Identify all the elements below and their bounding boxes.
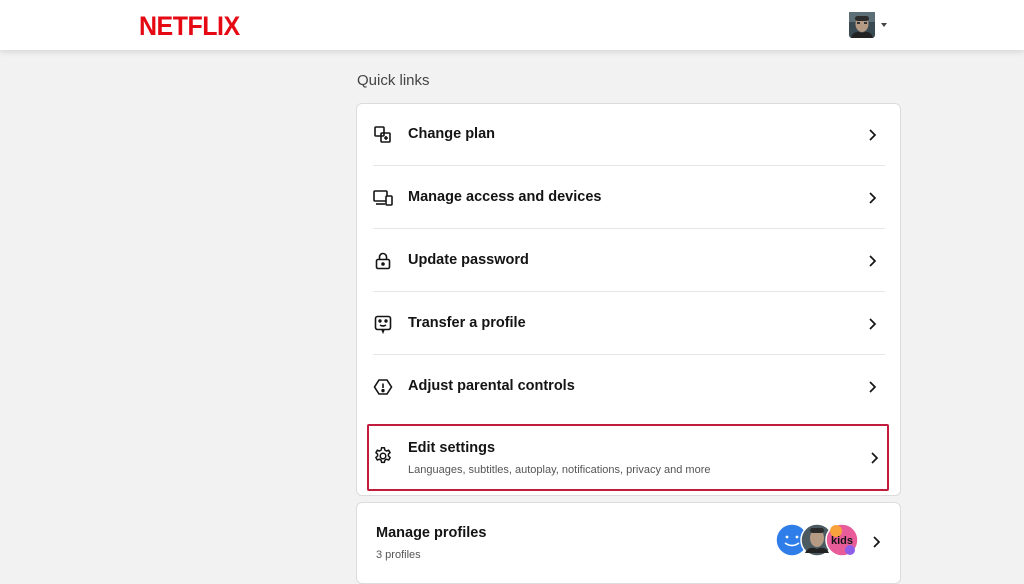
- gear-icon: [373, 446, 393, 466]
- quick-link-label: Transfer a profile: [408, 315, 526, 331]
- chevron-right-icon: [869, 381, 877, 393]
- quick-link-sublabel: Languages, subtitles, autoplay, notifica…: [408, 464, 711, 476]
- kids-label: kids: [831, 535, 853, 547]
- user-avatar: [849, 12, 875, 38]
- profile-count: 3 profiles: [376, 549, 421, 561]
- quick-link-parental-controls[interactable]: Adjust parental controls: [373, 356, 885, 418]
- plan-icon: [373, 125, 393, 145]
- alert-shield-icon: [373, 377, 393, 397]
- account-menu-button[interactable]: [849, 12, 887, 38]
- chevron-right-icon: [869, 129, 877, 141]
- profile-avatar-stack: kids: [775, 523, 865, 557]
- chevron-down-icon: [881, 23, 887, 27]
- quick-links-card: Change plan Manage access and devices Up…: [356, 103, 901, 496]
- quick-link-change-plan[interactable]: Change plan: [373, 104, 885, 166]
- chevron-right-icon: [869, 318, 877, 330]
- chevron-right-icon: [871, 452, 879, 464]
- lock-icon: [373, 251, 393, 271]
- section-title-quick-links: Quick links: [357, 72, 430, 89]
- chevron-right-icon: [869, 192, 877, 204]
- chevron-right-icon: [873, 536, 881, 548]
- chevron-right-icon: [869, 255, 877, 267]
- quick-link-transfer-profile[interactable]: Transfer a profile: [373, 293, 885, 355]
- quick-link-label: Change plan: [408, 126, 496, 142]
- profile-avatar-kids: kids: [825, 523, 859, 557]
- quick-link-update-password[interactable]: Update password: [373, 230, 885, 292]
- quick-link-manage-access[interactable]: Manage access and devices: [373, 167, 885, 229]
- top-header: NETFLIX: [0, 0, 1024, 50]
- manage-profiles-title: Manage profiles: [376, 525, 487, 541]
- quick-link-edit-settings[interactable]: Edit settings Languages, subtitles, auto…: [367, 424, 889, 491]
- quick-link-label: Edit settings: [408, 440, 496, 456]
- quick-link-label: Adjust parental controls: [408, 378, 575, 394]
- quick-link-label: Update password: [408, 252, 529, 268]
- netflix-logo[interactable]: NETFLIX: [139, 11, 240, 42]
- devices-icon: [373, 188, 393, 208]
- manage-profiles-card[interactable]: Manage profiles 3 profiles kids: [356, 502, 901, 584]
- transfer-profile-icon: [373, 314, 393, 334]
- quick-link-label: Manage access and devices: [408, 189, 602, 205]
